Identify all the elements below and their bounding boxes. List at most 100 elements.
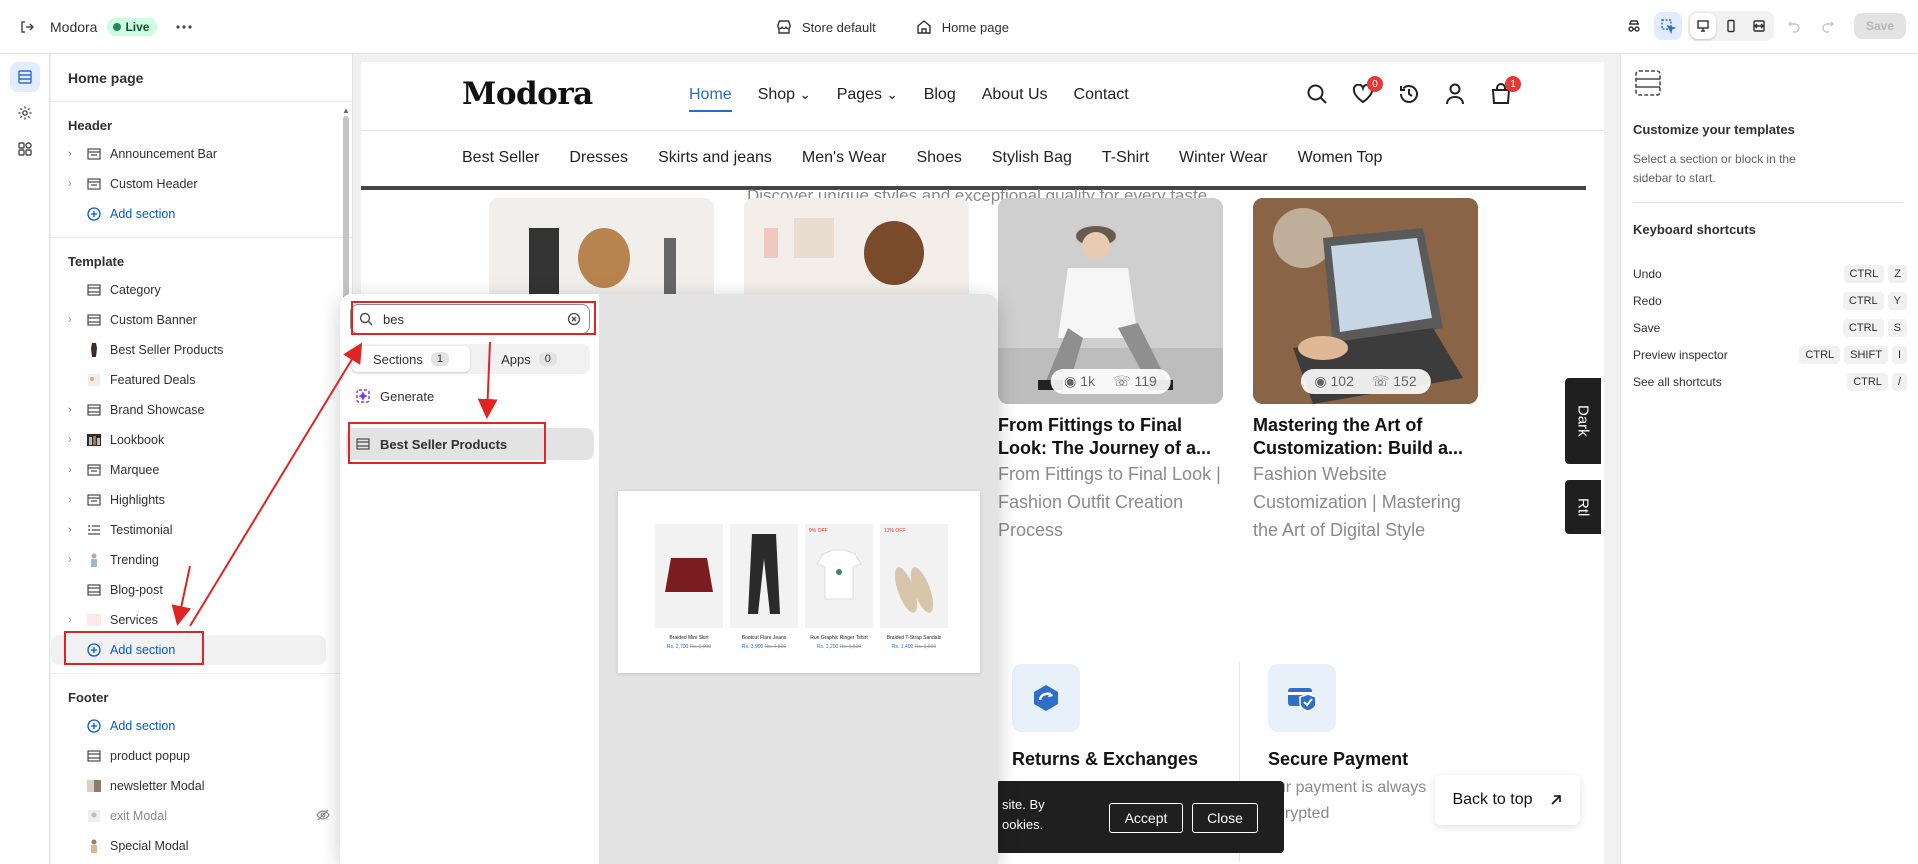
preview-product-price: Rs. 1,200 Rs. 1,500 <box>816 644 862 650</box>
store-selector[interactable]: Store default <box>776 19 876 35</box>
scroll-up-icon[interactable]: ▲ <box>342 106 350 115</box>
blog-title[interactable]: Mastering the Art of Customization: Buil… <box>1253 414 1483 460</box>
history-icon[interactable] <box>1397 82 1421 106</box>
generate-item[interactable]: Generate <box>346 380 594 412</box>
store-logo[interactable]: Modora <box>462 76 593 112</box>
dark-mode-tab[interactable]: Dark <box>1565 378 1601 464</box>
section-icon <box>86 147 102 161</box>
sections-count: 1 <box>430 352 449 366</box>
chevron-right-icon[interactable]: › <box>68 464 80 476</box>
blog-title[interactable]: From Fittings to Final Look: The Journey… <box>998 414 1228 460</box>
back-to-top-button[interactable]: Back to top <box>1435 775 1580 825</box>
home-icon <box>917 20 931 34</box>
tab-apps[interactable]: Apps 0 <box>470 346 588 372</box>
chevron-right-icon[interactable]: › <box>68 148 80 160</box>
desktop-icon[interactable] <box>1689 13 1716 39</box>
sidebar-item-marquee[interactable]: › Marquee <box>51 455 352 485</box>
sidebar-item-label: Announcement Bar <box>110 147 218 161</box>
chevron-right-icon[interactable]: › <box>68 434 80 446</box>
category-link[interactable]: Winter Wear <box>1179 149 1268 167</box>
save-button[interactable]: Save <box>1853 13 1906 39</box>
right-tools: Save <box>1620 11 1906 41</box>
mobile-icon[interactable] <box>1718 13 1744 39</box>
category-link[interactable]: T-Shirt <box>1102 149 1149 167</box>
shortcut-label: See all shortcuts <box>1633 375 1722 389</box>
header-add-section[interactable]: Add section <box>51 199 352 229</box>
cookie-close-button[interactable]: Close <box>1192 803 1258 833</box>
blog-card-image[interactable]: ◉ 102 ☏ 152 <box>1253 198 1478 404</box>
category-link[interactable]: Men's Wear <box>802 149 887 167</box>
tab-sections[interactable]: Sections 1 <box>352 346 470 372</box>
eye-icon: ◉ <box>1314 373 1327 389</box>
account-icon[interactable] <box>1443 82 1467 106</box>
special-modal-thumbnail-icon <box>86 839 102 853</box>
sections-icon[interactable] <box>10 62 40 92</box>
scroll-thumb[interactable] <box>343 116 349 321</box>
cookie-accept-button[interactable]: Accept <box>1109 803 1183 833</box>
sidebar-item-newsletter-modal[interactable]: newsletter Modal <box>51 771 352 801</box>
sidebar-item-product-popup[interactable]: product popup <box>51 741 352 771</box>
spy-icon[interactable] <box>1620 12 1648 40</box>
category-link[interactable]: Stylish Bag <box>992 149 1072 167</box>
chevron-right-icon[interactable]: › <box>68 494 80 506</box>
sidebar-item-brand-showcase[interactable]: › Brand Showcase <box>51 395 352 425</box>
cart-icon[interactable]: 1 <box>1489 76 1521 106</box>
chevron-right-icon[interactable]: › <box>68 554 80 566</box>
page-selector[interactable]: Home page <box>916 19 1009 35</box>
preview-product-name: Braided Mini Skirt <box>669 635 709 641</box>
category-link[interactable]: Skirts and jeans <box>658 149 772 167</box>
undo-icon[interactable] <box>1780 12 1808 40</box>
apps-icon[interactable] <box>10 134 40 164</box>
chevron-right-icon[interactable]: › <box>68 614 80 626</box>
search-icon[interactable] <box>1305 82 1329 106</box>
wishlist-icon[interactable]: 0 <box>1351 76 1383 106</box>
exit-icon[interactable] <box>12 12 42 42</box>
sidebar-item-highlights[interactable]: › Highlights <box>51 485 352 515</box>
sidebar-item-label: exit Modal <box>110 809 167 823</box>
sidebar-item-announcement-bar[interactable]: › Announcement Bar <box>51 139 352 169</box>
blog-stats: ◉ 1k ☏ 119 <box>1050 369 1171 394</box>
store-nav-pages[interactable]: Pages ⌄ <box>837 86 898 112</box>
store-nav-blog[interactable]: Blog <box>924 86 956 112</box>
store-nav-shop[interactable]: Shop ⌄ <box>758 86 811 112</box>
sidebar-item-lookbook[interactable]: › Lookbook <box>51 425 352 455</box>
chevron-right-icon[interactable]: › <box>68 178 80 190</box>
inspector-icon[interactable] <box>1653 12 1682 40</box>
sidebar-item-exit-modal[interactable]: exit Modal <box>51 801 352 831</box>
viewport-switcher <box>1687 11 1774 41</box>
sidebar-item-category[interactable]: Category <box>51 275 352 305</box>
category-link[interactable]: Best Seller <box>462 149 539 167</box>
sidebar-item-custom-header[interactable]: › Custom Header <box>51 169 352 199</box>
chevron-right-icon[interactable]: › <box>68 404 80 416</box>
category-link[interactable]: Women Top <box>1298 149 1383 167</box>
lookbook-thumbnail-icon <box>86 433 102 447</box>
fullwidth-icon[interactable] <box>1746 13 1772 39</box>
chevron-right-icon[interactable]: › <box>68 314 80 326</box>
settings-icon[interactable] <box>10 98 40 128</box>
sidebar-item-blog-post[interactable]: Blog-post <box>51 575 352 605</box>
store-icon <box>777 20 791 34</box>
store-name: Modora <box>50 18 98 35</box>
footer-group-title: Footer <box>68 690 109 705</box>
blog-card-image[interactable]: ◉ 1k ☏ 119 <box>998 198 1223 404</box>
sidebar-item-custom-banner[interactable]: › Custom Banner <box>51 305 352 335</box>
sidebar-item-special-modal[interactable]: Special Modal <box>51 831 352 861</box>
template-group: Template Category › Custom Banner Best S… <box>51 238 352 674</box>
sidebar-item-best-seller-products[interactable]: Best Seller Products <box>51 335 352 365</box>
redo-icon[interactable] <box>1814 12 1842 40</box>
store-nav-about[interactable]: About Us <box>982 86 1048 112</box>
eye-hidden-icon[interactable] <box>316 809 330 824</box>
store-nav-home[interactable]: Home <box>689 86 732 112</box>
more-icon[interactable] <box>169 12 199 42</box>
footer-add-section[interactable]: Add section <box>51 711 352 741</box>
sidebar-item-featured-deals[interactable]: Featured Deals <box>51 365 352 395</box>
sidebar-item-trending[interactable]: › Trending <box>51 545 352 575</box>
popover-list-pane: Sections1 Apps0 Generate Best Seller Pro… <box>340 294 600 864</box>
category-link[interactable]: Shoes <box>916 149 961 167</box>
rtl-tab[interactable]: Rtl <box>1565 480 1601 534</box>
chevron-right-icon[interactable]: › <box>68 524 80 536</box>
sidebar-item-testimonial[interactable]: › Testimonial <box>51 515 352 545</box>
store-nav-contact[interactable]: Contact <box>1074 86 1129 112</box>
views-stat: ◉ 102 <box>1314 373 1354 389</box>
category-link[interactable]: Dresses <box>569 149 628 167</box>
